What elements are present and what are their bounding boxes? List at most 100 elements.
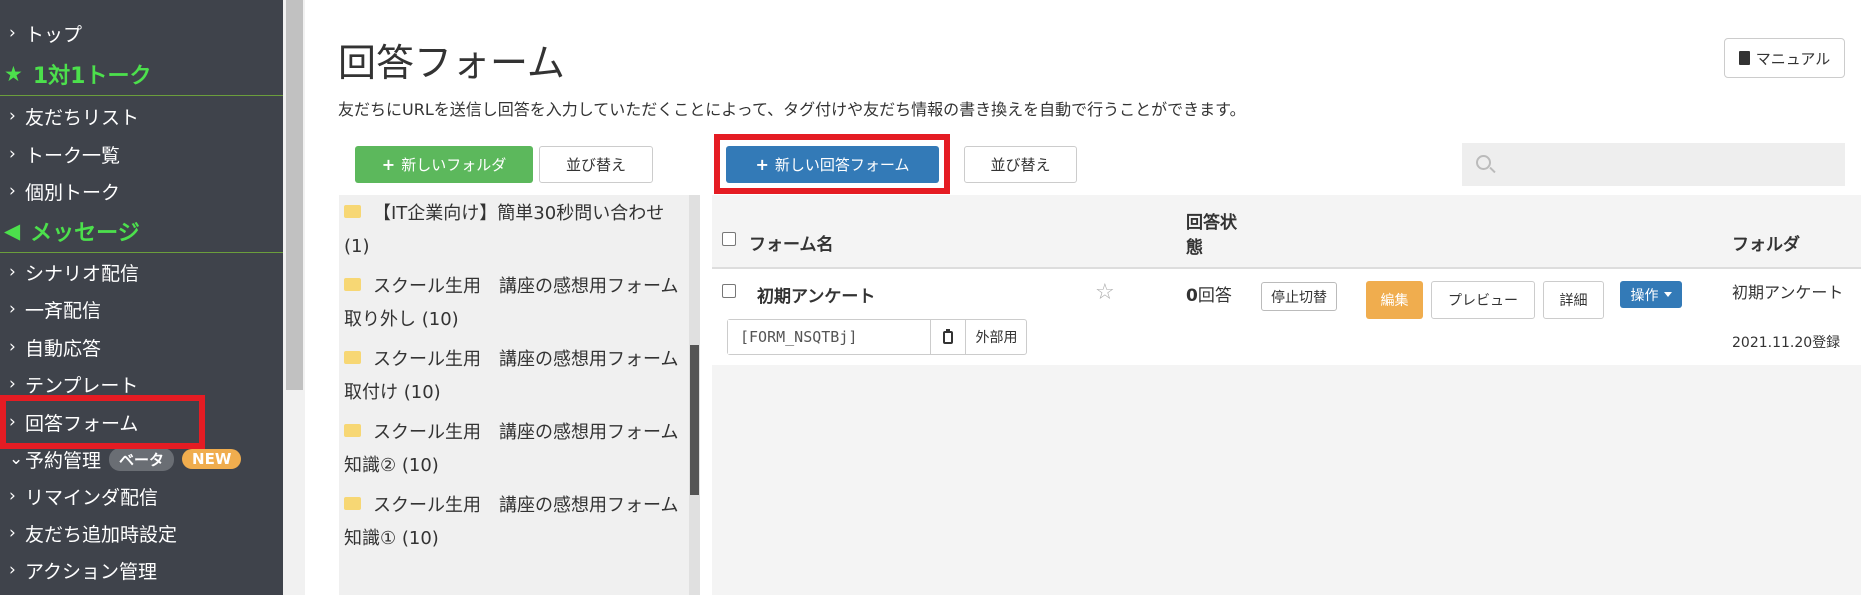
manual-button[interactable]: マニュアル [1724, 38, 1845, 78]
new-badge: NEW [182, 449, 242, 469]
sidebar-item-talk-list[interactable]: › トーク一覧 [0, 135, 283, 173]
detail-button[interactable]: 詳細 [1543, 281, 1604, 319]
folder-item[interactable]: 【IT企業向け】簡単30秒問い合わせ (1) [344, 197, 684, 263]
sidebar: › トップ ★ 1対1トーク › 友だちリスト › トーク一覧 › 個別トーク ◀ メッセー… [0, 0, 283, 595]
sidebar-item-friends-list[interactable]: › 友だちリスト [0, 97, 283, 135]
folder-item[interactable]: スクール生用 講座の感想用フォーム取付け (10) [344, 343, 684, 409]
sidebar-item-label: アクション管理 [25, 560, 158, 583]
copy-button[interactable] [931, 320, 966, 354]
sidebar-item-individual-talk[interactable]: › 個別トーク [0, 172, 283, 210]
sidebar-item-action-management[interactable]: › アクション管理 [0, 551, 283, 589]
new-folder-label: 新しいフォルダ [401, 156, 507, 174]
folder-item-label: スクール生用 講座の感想用フォーム [373, 495, 679, 516]
plus-icon: + [381, 155, 396, 174]
sidebar-section-label: 1対1トーク [32, 63, 152, 89]
folder-item[interactable]: スクール生用 講座の感想用フォーム知識② (10) [344, 416, 684, 482]
operations-label: 操作 [1630, 287, 1659, 304]
folder-scrollbar-thumb[interactable] [690, 345, 699, 495]
registered-date: 2021.11.20登録 [1732, 335, 1841, 351]
sidebar-item-scenario[interactable]: › シナリオ配信 [0, 253, 283, 291]
form-id-group: 外部用 [727, 319, 1027, 355]
chevron-right-icon: › [9, 144, 16, 164]
chevron-right-icon: › [9, 523, 16, 543]
table-row: 初期アンケート ☆ 0回答 停止切替 編集 プレビュー 詳細 操作 初期アンケー… [712, 267, 1861, 365]
column-header-name: フォーム名 [749, 235, 834, 255]
column-header-status-line1: 回答状 [1186, 213, 1237, 233]
folder-item-label: スクール生用 講座の感想用フォーム [373, 422, 679, 443]
preview-button[interactable]: プレビュー [1431, 281, 1535, 319]
chevron-right-icon: › [9, 106, 16, 126]
chevron-right-icon: › [9, 337, 16, 357]
chevron-down-icon: ⌄ [9, 449, 24, 469]
form-id-field[interactable] [728, 320, 931, 354]
sidebar-item-label: テンプレート [25, 374, 139, 397]
form-sort-button[interactable]: 並び替え [964, 146, 1077, 183]
chevron-right-icon: › [9, 181, 16, 201]
folder-item-count: 知識① (10) [344, 528, 439, 549]
sidebar-section-talk: ★ 1対1トーク [0, 52, 283, 96]
sidebar-item-auto-reply[interactable]: › 自動応答 [0, 328, 283, 366]
highlight-box-sidebar [0, 395, 205, 449]
form-table: フォーム名 回答状態 フォルダ [712, 195, 1861, 595]
sidebar-item-broadcast[interactable]: › 一斉配信 [0, 290, 283, 328]
book-icon [1738, 51, 1750, 65]
new-folder-button[interactable]: + 新しいフォルダ [355, 146, 533, 183]
sidebar-item-friend-add-settings[interactable]: › 友だち追加時設定 [0, 514, 283, 552]
sidebar-item-reminder[interactable]: › リマインダ配信 [0, 477, 283, 515]
sidebar-item-label: 一斉配信 [25, 299, 102, 322]
search-icon [1476, 155, 1491, 170]
search-input[interactable] [1462, 143, 1845, 186]
megaphone-icon: ◀ [4, 218, 21, 243]
folder-item-label: スクール生用 講座の感想用フォーム [373, 349, 679, 370]
sidebar-section-message: ◀ メッセージ [0, 209, 283, 253]
star-icon: ★ [4, 61, 23, 86]
folder-sort-button[interactable]: 並び替え [539, 146, 653, 183]
clipboard-icon [943, 328, 953, 344]
folder-icon [344, 350, 361, 364]
sidebar-item-top[interactable]: › トップ [0, 14, 283, 52]
caret-down-icon [1663, 292, 1672, 297]
column-header-folder: フォルダ [1732, 235, 1800, 255]
sidebar-scrollbar-thumb[interactable] [286, 0, 303, 390]
stop-toggle-button[interactable]: 停止切替 [1261, 282, 1337, 311]
folder-item-count: 取り外し (10) [344, 309, 459, 330]
sidebar-item-label: 友だち追加時設定 [25, 523, 178, 546]
column-header-status-line2: 態 [1186, 238, 1203, 258]
folder-icon [344, 423, 361, 437]
folder-icon [344, 496, 361, 510]
chevron-right-icon: › [9, 486, 16, 506]
row-checkbox[interactable] [722, 284, 736, 298]
external-button[interactable]: 外部用 [966, 320, 1027, 354]
highlight-box-new-form [714, 134, 950, 194]
row-folder-name: 初期アンケート [1732, 283, 1844, 302]
sidebar-item-label: トップ [25, 23, 83, 46]
column-header-status: 回答状態 [1186, 208, 1237, 258]
manual-label: マニュアル [1755, 49, 1831, 68]
folder-item[interactable]: スクール生用 講座の感想用フォーム取り外し (10) [344, 270, 684, 336]
chevron-right-icon: › [9, 262, 16, 282]
chevron-right-icon: › [9, 374, 16, 394]
folder-list: 【IT企業向け】簡単30秒問い合わせ (1) スクール生用 講座の感想用フォーム取… [339, 195, 689, 595]
sidebar-item-label: 個別トーク [25, 181, 121, 204]
chevron-right-icon: › [9, 560, 16, 580]
chevron-right-icon: › [9, 299, 16, 319]
select-all-checkbox[interactable] [722, 232, 736, 246]
sidebar-item-label: リマインダ配信 [25, 486, 159, 509]
folder-icon [344, 277, 361, 291]
folder-icon [344, 204, 361, 218]
beta-badge: ベータ [109, 447, 175, 471]
page-description: 友だちにURLを送信し回答を入力していただくことによって、タグ付けや友だち情報の… [338, 100, 1246, 119]
folder-item-count: 知識② (10) [344, 455, 439, 476]
folder-item-label: 【IT企業向け】簡単30秒問い合わせ [373, 203, 665, 224]
chevron-right-icon: › [9, 23, 16, 43]
star-icon[interactable]: ☆ [1095, 280, 1115, 305]
answer-count-unit: 回答 [1197, 286, 1232, 306]
folder-item[interactable]: スクール生用 講座の感想用フォーム知識① (10) [344, 489, 684, 555]
answer-count: 0回答 [1186, 281, 1232, 306]
folder-item-label: スクール生用 講座の感想用フォーム [373, 276, 679, 297]
form-name[interactable]: 初期アンケート [757, 282, 875, 307]
operations-dropdown-button[interactable]: 操作 [1620, 281, 1682, 308]
sidebar-section-label: メッセージ [30, 220, 140, 246]
folder-item-count: 取付け (10) [344, 382, 441, 403]
edit-button[interactable]: 編集 [1366, 281, 1423, 319]
